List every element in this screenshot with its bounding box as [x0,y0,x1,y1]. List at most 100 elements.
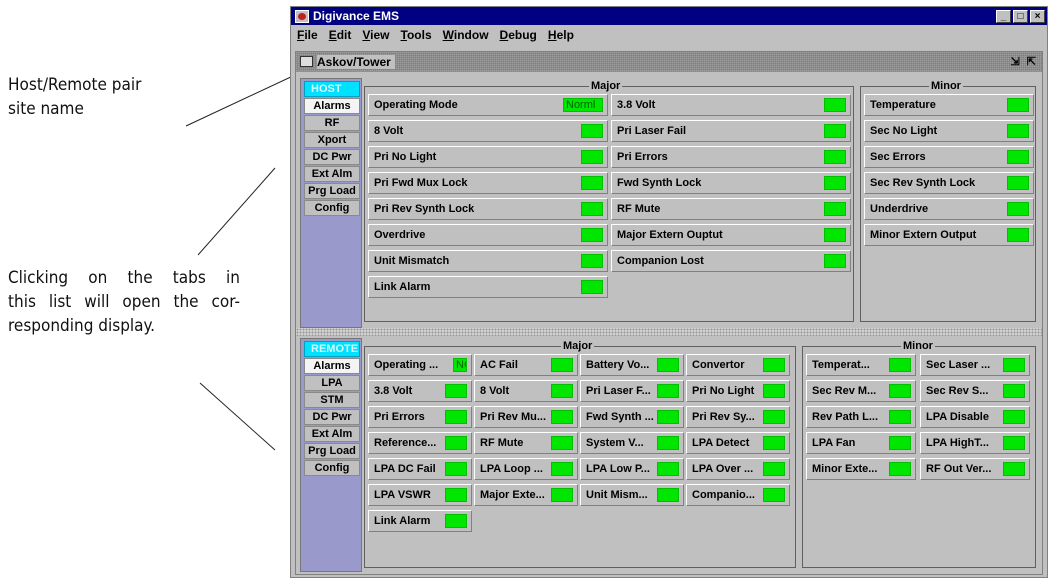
title-bar: Digivance EMS _ □ × [291,7,1047,25]
host-pane: HOST Alarms RF Xport DC Pwr Ext Alm Prg Load Co… [300,78,1040,328]
annotation-line: this list will open the cor- [8,292,240,312]
alarm-row: Companio... [686,484,790,506]
alarm-label: Pri Rev Synth Lock [374,203,475,215]
remote-tab-list: REMOTE Alarms LPA STM DC Pwr Ext Alm Prg Load C… [300,338,362,572]
tab-remote-alarms[interactable]: Alarms [304,358,360,374]
alarm-row: Link Alarm [368,510,472,532]
tab-host-rf[interactable]: RF [304,115,360,131]
menu-file[interactable]: File [297,28,318,42]
alarm-row: Reference... [368,432,472,454]
tab-remote-dc-pwr[interactable]: DC Pwr [304,409,360,425]
status-led-icon [657,462,679,476]
status-led-icon [889,358,911,372]
alarm-label: Major Exte... [480,489,545,501]
alarm-row: Pri Errors [611,146,851,168]
status-led-icon [657,488,679,502]
menu-edit[interactable]: Edit [329,28,352,42]
tab-host-config[interactable]: Config [304,200,360,216]
alarm-row: Battery Vo... [580,354,684,376]
tab-remote-stm[interactable]: STM [304,392,360,408]
status-led-icon [763,462,785,476]
alarm-row: Major Extern Ouptut [611,224,851,246]
alarm-label: Pri No Light [692,385,755,397]
close-button[interactable]: × [1030,9,1045,23]
status-led-icon [657,436,679,450]
status-led-icon [763,410,785,424]
status-led-icon [551,358,573,372]
maximize-button[interactable]: □ [1013,9,1028,23]
alarm-label: Operating ... [374,359,439,371]
host-major-label: Major [589,79,623,93]
alarm-label: Link Alarm [374,281,431,293]
status-led-icon [763,384,785,398]
menu-window[interactable]: Window [443,28,489,42]
alarm-row: AC Fail [474,354,578,376]
tab-host-ext-alm[interactable]: Ext Alm [304,166,360,182]
tab-remote-lpa[interactable]: LPA [304,375,360,391]
tab-remote-config[interactable]: Config [304,460,360,476]
alarm-label: LPA Low P... [586,463,650,475]
tab-host-prg-load[interactable]: Prg Load [304,183,360,199]
menu-bar: File Edit View Tools Window Debug Help [291,25,1047,45]
status-led-icon [445,410,467,424]
alarm-label: Sec Rev S... [926,385,989,397]
alarm-row: Unit Mism... [580,484,684,506]
alarm-row: Sec Rev M... [806,380,916,402]
alarm-row: LPA Disable [920,406,1030,428]
alarm-label: Sec Errors [870,151,926,163]
tab-remote-ext-alm[interactable]: Ext Alm [304,426,360,442]
alarm-row: Sec Rev Synth Lock [864,172,1034,194]
tab-host-dc-pwr[interactable]: DC Pwr [304,149,360,165]
alarm-row: Sec No Light [864,120,1034,142]
alarm-label: Link Alarm [374,515,431,527]
menu-debug[interactable]: Debug [500,28,537,42]
tab-remote-prg-load[interactable]: Prg Load [304,443,360,459]
status-led-icon [824,150,846,164]
status-led-icon [657,358,679,372]
split-pane-divider[interactable] [296,328,1042,336]
alarm-label: Reference... [374,437,437,449]
alarm-label: Pri Rev Mu... [480,411,547,423]
alarm-label: Convertor [692,359,745,371]
alarm-row: Unit Mismatch [368,250,608,272]
alarm-row: Sec Rev S... [920,380,1030,402]
minimize-button[interactable]: _ [996,9,1011,23]
alarm-label: LPA HighT... [926,437,989,449]
status-led-icon [1007,228,1029,242]
remote-minor-label: Minor [901,339,935,353]
alarm-label: Minor Exte... [812,463,878,475]
status-led-icon [824,98,846,112]
remote-major-label: Major [561,339,595,353]
alarm-row: Convertor [686,354,790,376]
alarm-row: 8 Volt [474,380,578,402]
status-led-icon [445,436,467,450]
alarm-label: Companio... [692,489,755,501]
alarm-row: 8 Volt [368,120,608,142]
alarm-row: Fwd Synth Lock [611,172,851,194]
alarm-row: 3.8 Volt [368,380,472,402]
alarm-label: RF Mute [480,437,524,449]
alarm-row: LPA Loop ... [474,458,578,480]
host-tab-header: HOST [304,81,360,97]
menu-tools[interactable]: Tools [401,28,432,42]
annotation-line: Host/Remote pair [8,75,142,95]
menu-view[interactable]: View [362,28,389,42]
site-name: Askov/Tower [317,54,395,69]
alarm-row: RF Mute [474,432,578,454]
remote-tab-header: REMOTE [304,341,360,357]
alarm-row: Link Alarm [368,276,608,298]
tab-host-alarms[interactable]: Alarms [304,98,360,114]
menu-help[interactable]: Help [548,28,574,42]
alarm-label: LPA Detect [692,437,750,449]
site-title-bar[interactable]: Askov/Tower ⇲ ⇱ [296,52,1042,72]
alarm-row: RF Out Ver... [920,458,1030,480]
alarm-label: 8 Volt [374,125,404,137]
tab-host-xport[interactable]: Xport [304,132,360,148]
alarm-label: RF Mute [617,203,661,215]
frame-resize-icons[interactable]: ⇲ ⇱ [1011,55,1039,68]
status-led-icon [889,410,911,424]
alarm-label: Sec No Light [870,125,938,137]
status-led-icon [551,462,573,476]
alarm-label: Major Extern Ouptut [617,229,723,241]
alarm-label: Fwd Synth Lock [617,177,702,189]
